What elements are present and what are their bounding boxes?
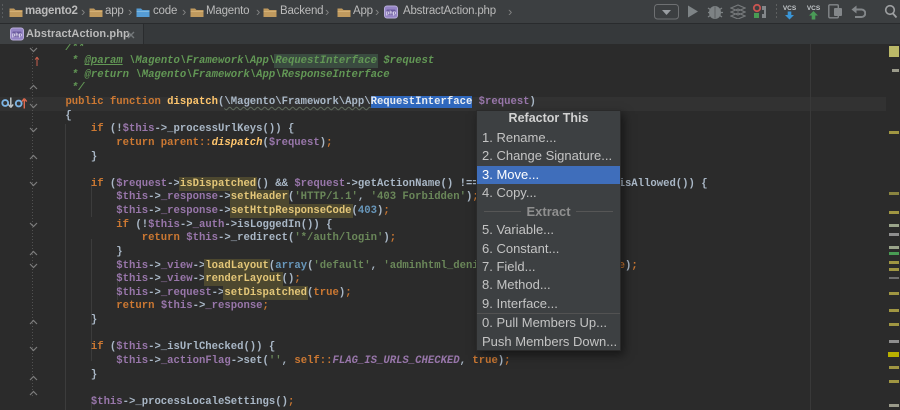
svg-text:php: php [12,32,23,38]
svg-text:VCS: VCS [783,5,797,12]
svg-text:php: php [386,10,397,16]
svg-text:VCS: VCS [807,5,821,12]
